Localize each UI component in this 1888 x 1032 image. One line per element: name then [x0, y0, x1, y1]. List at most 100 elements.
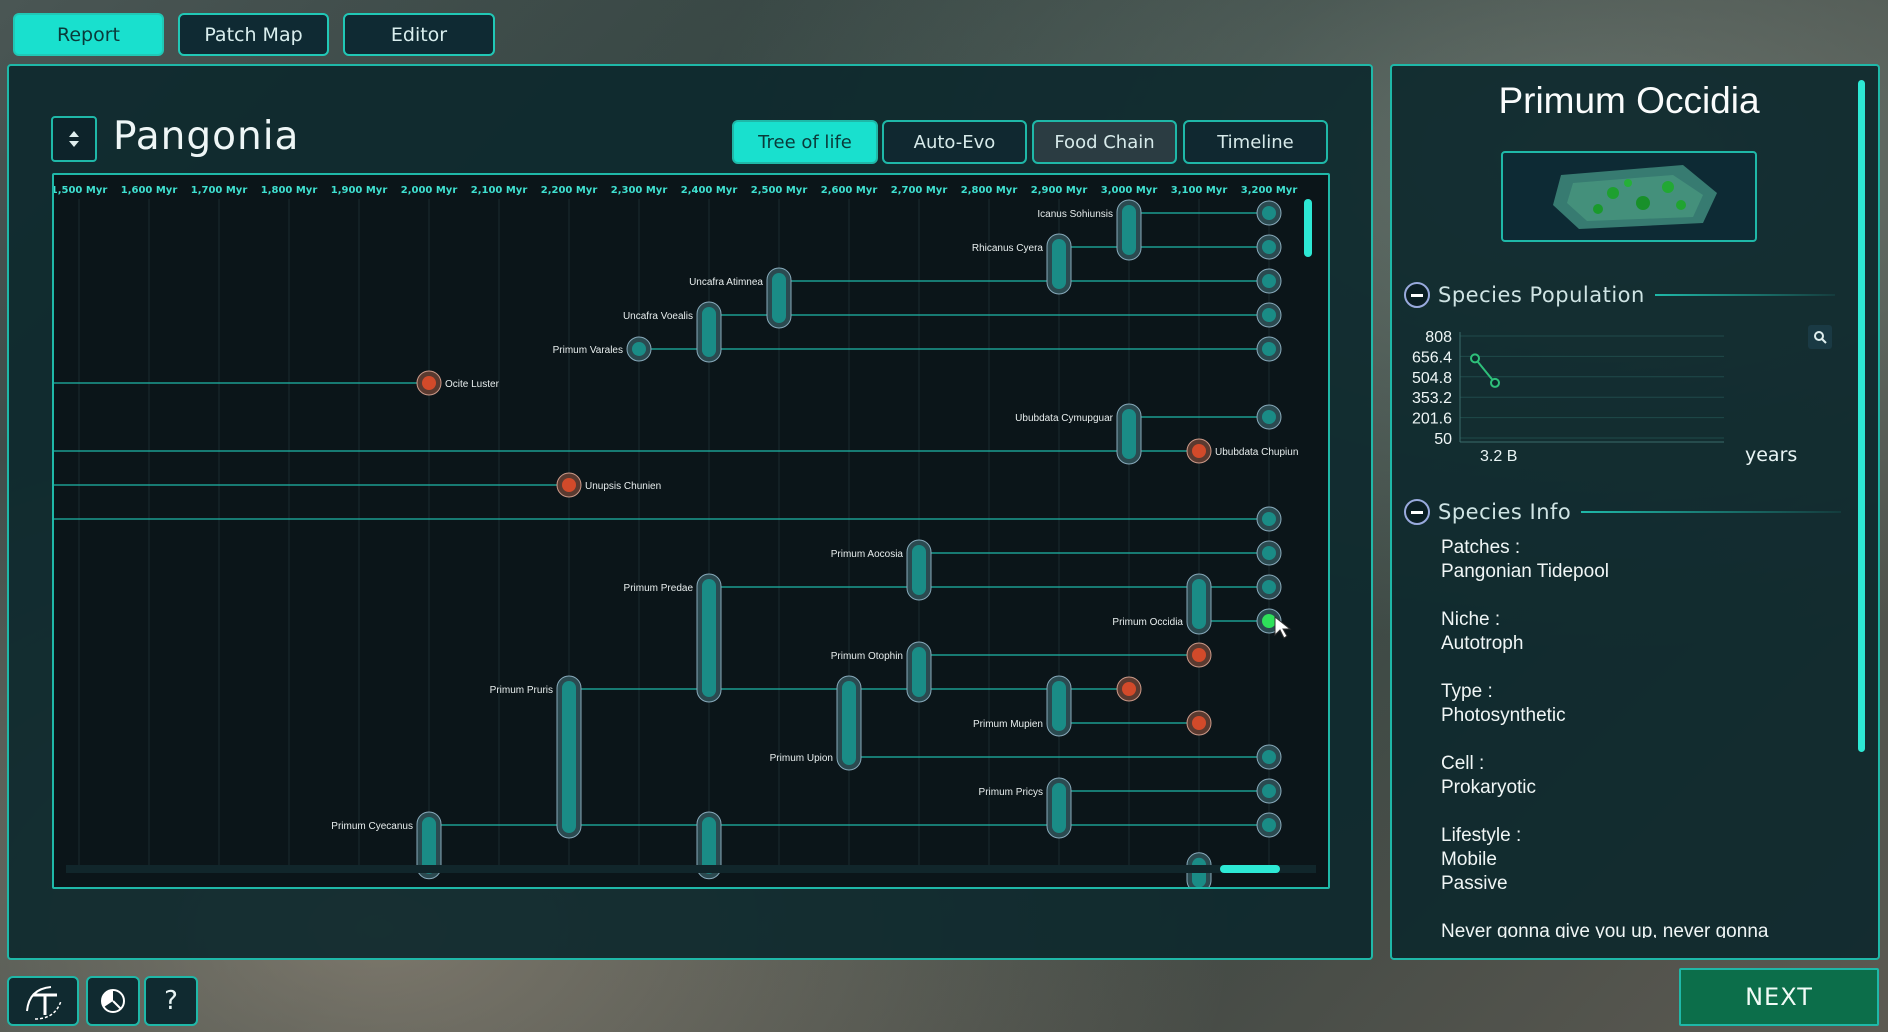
type-value: Photosynthetic	[1441, 705, 1566, 726]
branch-node-core	[702, 579, 716, 697]
info-section-header[interactable]: Species Info	[1404, 499, 1842, 525]
extinct-node-core	[1192, 444, 1206, 458]
time-axis-tick: 3,000 Myr	[1101, 185, 1158, 196]
species-node-core	[632, 342, 646, 356]
population-point	[1470, 353, 1480, 364]
species-label: Primum Predae	[624, 583, 694, 594]
branch-node-core	[1122, 409, 1136, 459]
population-section-header[interactable]: Species Population	[1404, 282, 1835, 308]
branch-node-core	[1052, 783, 1066, 833]
species-label: Ububdata Cymupguar	[1015, 413, 1114, 424]
tab-report[interactable]: Report	[13, 13, 164, 56]
population-y-tick: 808	[1425, 329, 1452, 346]
species-name: Primum Occidia	[1498, 80, 1760, 121]
horizontal-scrollbar-thumb[interactable]	[1220, 865, 1280, 873]
population-y-tick: 353.2	[1412, 390, 1452, 407]
extinct-species-label: Ububdata Chupiun	[1215, 447, 1298, 458]
time-axis-tick: 2,800 Myr	[961, 185, 1018, 196]
tab-patch-map[interactable]: Patch Map	[178, 13, 329, 56]
cell-preview-image	[1553, 165, 1717, 229]
type-label: Type :	[1441, 681, 1493, 702]
time-axis-tick: 2,700 Myr	[891, 185, 948, 196]
population-title: Species Population	[1438, 283, 1645, 307]
branch-node-core	[562, 681, 576, 833]
subtab-auto-evo[interactable]: Auto-Evo	[882, 120, 1027, 164]
time-axis-tick: 1,700 Myr	[191, 185, 248, 196]
time-axis-tick: 2,400 Myr	[681, 185, 738, 196]
time-axis-tick: 1,600 Myr	[121, 185, 178, 196]
help-label: ?	[164, 986, 178, 1016]
time-axis-tick: 1,900 Myr	[331, 185, 388, 196]
species-info-scroll[interactable]: Patches : Pangonian Tidepool Niche : Aut…	[1390, 536, 1850, 938]
species-label: Primum Otophin	[831, 651, 903, 662]
extinct-node-core	[1122, 682, 1136, 696]
time-axis-tick: 1,500 Myr	[54, 185, 107, 196]
branch-node-core	[1052, 239, 1066, 289]
pie-chart-icon	[101, 989, 125, 1013]
sort-arrows-icon	[69, 131, 79, 147]
species-label: Uncafra Atimnea	[689, 277, 763, 288]
time-axis-tick: 3,100 Myr	[1171, 185, 1228, 196]
time-axis-tick: 2,500 Myr	[751, 185, 808, 196]
extinct-node-core	[562, 478, 576, 492]
cell-label: Cell :	[1441, 753, 1485, 774]
population-y-tick: 504.8	[1412, 370, 1452, 387]
info-scrollbar-thumb[interactable]	[1858, 80, 1865, 752]
species-node-core	[1262, 750, 1276, 764]
subtab-food-chain[interactable]: Food Chain	[1032, 120, 1177, 164]
branch-node-core	[1122, 205, 1136, 255]
collapse-minus-icon[interactable]	[1404, 282, 1430, 308]
extinct-species-label: Ocite Luster	[445, 379, 500, 390]
tree-of-life-view[interactable]: 1,500 Myr 1,600 Myr 1,700 Myr 1,800 Myr 1,90…	[52, 173, 1330, 889]
zoom-button[interactable]	[1808, 325, 1832, 349]
time-axis-tick: 2,000 Myr	[401, 185, 458, 196]
tab-editor[interactable]: Editor	[343, 13, 495, 56]
population-y-tick: 656.4	[1412, 349, 1452, 366]
species-node-core	[1262, 240, 1276, 254]
branch-node-core	[912, 545, 926, 595]
species-preview	[1501, 151, 1757, 242]
time-axis-tick: 2,300 Myr	[611, 185, 668, 196]
time-axis-tick: 2,900 Myr	[1031, 185, 1088, 196]
info-title: Species Info	[1438, 500, 1572, 524]
population-y-tick: 201.6	[1412, 411, 1452, 428]
branch-node-core	[912, 647, 926, 697]
branch-node-core	[1192, 579, 1206, 629]
species-label: Primum Cyecanus	[331, 821, 413, 832]
statistics-button[interactable]	[86, 976, 140, 1026]
species-label: Rhicanus Cyera	[972, 243, 1044, 254]
collapse-minus-icon[interactable]	[1404, 499, 1430, 525]
species-label: Icanus Sohiunsis	[1037, 209, 1113, 220]
patch-selector-button[interactable]	[51, 116, 97, 162]
magnifier-icon	[1814, 331, 1827, 344]
extinct-species-label: Unupsis Chunien	[585, 481, 661, 492]
section-divider	[1654, 294, 1835, 296]
branch-node-core	[772, 273, 786, 323]
help-button[interactable]: ?	[144, 976, 198, 1026]
species-label: Primum Occidia	[1112, 617, 1183, 628]
species-label: Primum Pruris	[490, 685, 553, 696]
evolution-tree: 1,500 Myr 1,600 Myr 1,700 Myr 1,800 Myr 1,90…	[54, 185, 1298, 887]
branch-node-core	[842, 681, 856, 765]
species-node-core	[1262, 818, 1276, 832]
sundial-icon	[26, 986, 62, 1020]
species-node-core	[1262, 580, 1276, 594]
species-node-core	[1262, 512, 1276, 526]
patch-title: Pangonia	[113, 114, 300, 159]
species-label: Uncafra Voealis	[623, 311, 693, 322]
tools-button[interactable]	[7, 976, 79, 1026]
lifestyle-label: Lifestyle :	[1441, 825, 1522, 846]
mouse-cursor-icon	[1274, 615, 1292, 639]
vertical-scrollbar-thumb[interactable]	[1304, 199, 1312, 257]
subtab-tree-of-life[interactable]: Tree of life	[732, 120, 878, 164]
branch-node-core	[1052, 681, 1066, 731]
time-axis-tick: 2,600 Myr	[821, 185, 878, 196]
horizontal-scrollbar-track[interactable]	[66, 865, 1316, 873]
population-x-label: 3.2 B	[1480, 448, 1518, 465]
section-divider	[1581, 511, 1842, 513]
species-node-core	[1262, 342, 1276, 356]
next-button[interactable]: NEXT	[1679, 968, 1879, 1026]
subtab-timeline[interactable]: Timeline	[1183, 120, 1328, 164]
niche-label: Niche :	[1441, 609, 1501, 630]
extinct-node-core	[1192, 716, 1206, 730]
